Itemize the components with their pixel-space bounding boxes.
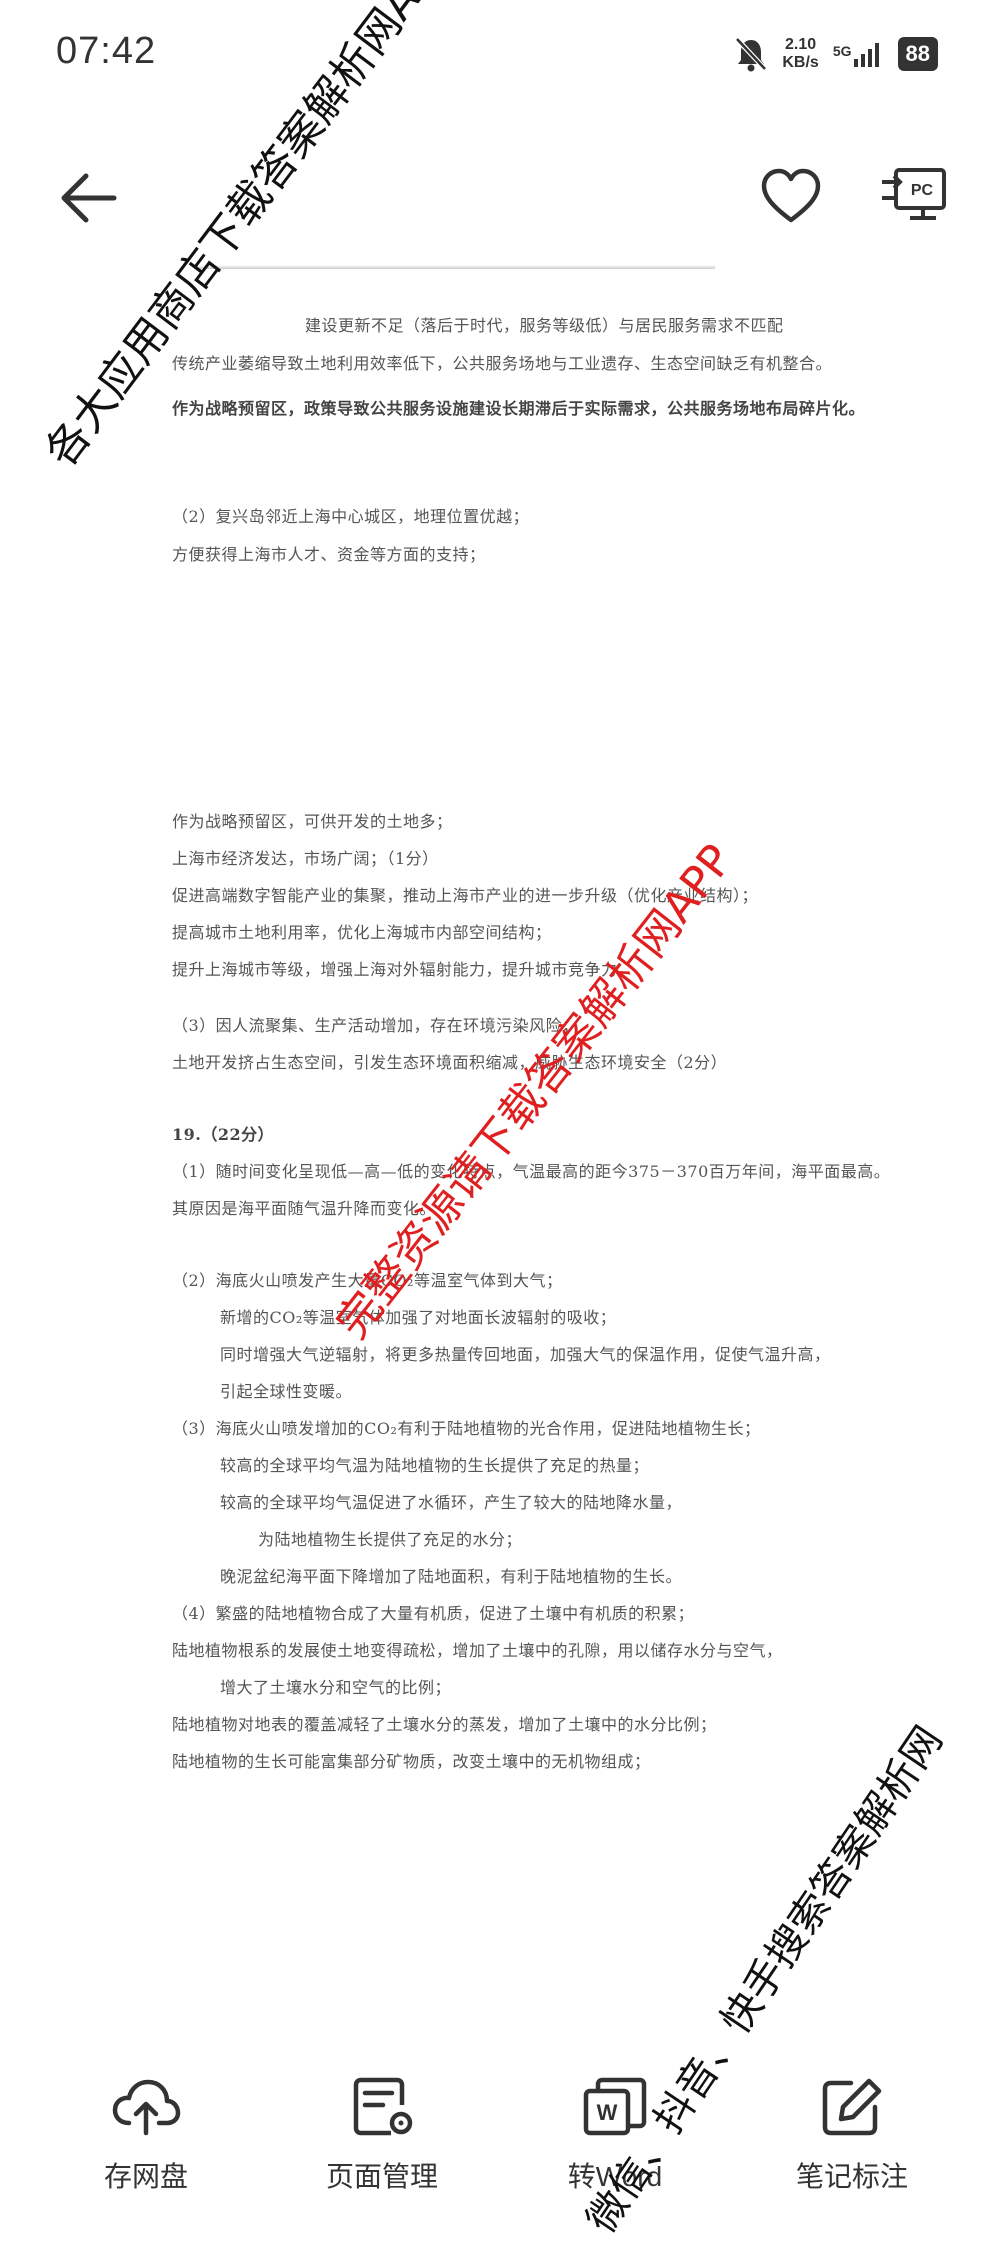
send-to-pc-button[interactable]: PC [880, 162, 950, 232]
doc-line-cut [195, 265, 715, 269]
status-indicators: 2.10 KB/s 5G 88 [734, 34, 938, 74]
mute-bell-icon [735, 37, 768, 72]
doc-line: （3）因人流聚集、生产活动增加，存在环境污染风险； [172, 1016, 579, 1035]
doc-line: 较高的全球平均气温促进了水循环，产生了较大的陆地降水量， [220, 1493, 683, 1512]
doc-line: 作为战略预留区，政策导致公共服务设施建设长期滞后于实际需求，公共服务场地布局碎片… [172, 399, 866, 418]
doc-line: （4）繁盛的陆地植物合成了大量有机质，促进了土壤中有机质的积累； [172, 1604, 695, 1623]
doc-line: 促进高端数字智能产业的集聚，推动上海市产业的进一步升级（优化产业结构）； [172, 886, 759, 905]
save-to-cloud-button[interactable]: 存网盘 [46, 2055, 246, 2205]
doc-line: 晚泥盆纪海平面下降增加了陆地面积，有利于陆地植物的生长。 [220, 1567, 683, 1586]
doc-line: 陆地植物对地表的覆盖减轻了土壤水分的蒸发，增加了土壤中的水分比例； [172, 1715, 717, 1734]
pc-text: PC [911, 182, 934, 199]
doc-line: 陆地植物的生长可能富集部分矿物质，改变土壤中的无机物组成； [172, 1752, 651, 1771]
page-manage-label: 页面管理 [325, 2161, 438, 2192]
doc-line: 方便获得上海市人才、资金等方面的支持； [172, 545, 486, 564]
note-annotate-label: 笔记标注 [795, 2161, 908, 2192]
page-settings-icon [353, 2077, 413, 2136]
doc-line: 新增的CO₂等温室气体加强了对地面长波辐射的吸收； [220, 1308, 617, 1327]
signal-strength-icon [853, 43, 879, 67]
doc-line: （2）复兴岛邻近上海中心城区，地理位置优越； [172, 507, 530, 526]
save-to-cloud-label: 存网盘 [103, 2161, 188, 2192]
document-page: 建设更新不足（落后于时代，服务等级低）与居民服务需求不匹配 传统产业萎缩导致土地… [0, 255, 1000, 2015]
favorite-button[interactable] [758, 164, 824, 230]
doc-line: 土地开发挤占生态空间，引发生态环境面积缩减，威胁生态环境安全（2分） [172, 1053, 728, 1072]
back-button[interactable] [56, 168, 120, 228]
cloud-upload-icon [112, 2079, 181, 2136]
doc-line: 19.（22分） [172, 1125, 275, 1144]
heart-icon [761, 168, 821, 223]
bottom-toolbar: 存网盘 页面管理 W 转Word 笔记标注 [0, 2055, 1000, 2222]
svg-text:W: W [597, 2100, 618, 2125]
note-annotate-button[interactable]: 笔记标注 [752, 2055, 952, 2205]
doc-line: 作为战略预留区，可供开发的土地多； [172, 812, 453, 831]
convert-word-button[interactable]: W 转Word [515, 2055, 715, 2205]
net-speed-value: 2.10 [785, 36, 817, 53]
top-nav: PC [0, 150, 1000, 240]
word-convert-icon: W [583, 2077, 647, 2136]
signal-group: 5G [833, 41, 884, 67]
doc-line: 引起全球性变暖。 [220, 1382, 353, 1401]
network-speed: 2.10 KB/s [782, 36, 818, 72]
doc-line: 陆地植物根系的发展使土地变得疏松，增加了土壤中的孔隙，用以储存水分与空气， [172, 1641, 783, 1660]
doc-line: 增大了土壤水分和空气的比例； [220, 1678, 452, 1697]
doc-line: 提升上海城市等级，增强上海对外辐射能力，提升城市竞争力。 [172, 960, 635, 979]
doc-line: 传统产业萎缩导致土地利用效率低下，公共服务场地与工业遗存、生态空间缺乏有机整合。 [172, 354, 833, 373]
net-speed-unit: KB/s [782, 54, 819, 71]
battery-level: 88 [897, 37, 938, 71]
convert-word-label: 转Word [567, 2161, 663, 2192]
status-time: 07:42 [56, 30, 157, 72]
doc-line: 为陆地植物生长提供了充足的水分； [258, 1530, 523, 1549]
back-arrow-icon [61, 173, 117, 223]
doc-line: （3）海底火山喷发增加的CO₂有利于陆地植物的光合作用，促进陆地植物生长； [172, 1419, 761, 1438]
doc-line: 提高城市土地利用率，优化上海城市内部空间结构； [172, 923, 552, 942]
edit-note-icon [822, 2078, 882, 2136]
doc-line: 建设更新不足（落后于时代，服务等级低）与居民服务需求不匹配 [305, 316, 784, 335]
doc-line: 同时增强大气逆辐射，将更多热量传回地面，加强大气的保温作用，促使气温升高， [220, 1345, 831, 1364]
network-type: 5G [832, 43, 852, 59]
send-to-pc-icon: PC [882, 168, 946, 220]
page-manage-button[interactable]: 页面管理 [282, 2055, 482, 2205]
doc-line: 其原因是海平面随气温升降而变化。 [172, 1199, 437, 1218]
doc-line: 上海市经济发达，市场广阔；（1分） [172, 849, 439, 868]
doc-line: 较高的全球平均气温为陆地植物的生长提供了充足的热量； [220, 1456, 650, 1475]
status-bar: 07:42 2.10 KB/s 5G 88 [0, 0, 1000, 110]
doc-line: （1）随时间变化呈现低—高—低的变化特点，气温最高的距今375－370百万年间，… [172, 1162, 891, 1181]
doc-line: （2）海底火山喷发产生大量CO₂等温室气体到大气； [172, 1271, 563, 1290]
